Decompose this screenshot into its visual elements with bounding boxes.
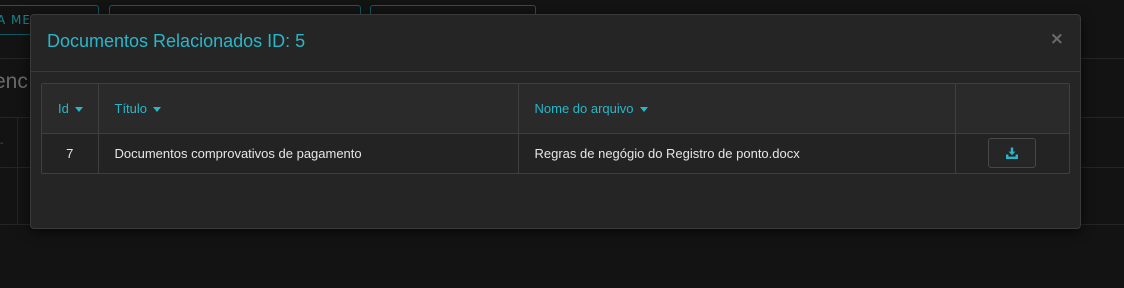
close-button[interactable]: × — [1050, 29, 1064, 49]
cell-titulo: Documentos comprovativos de pagamento — [98, 133, 519, 173]
related-documents-modal: Documentos Relacionados ID: 5 × Id Títul… — [30, 14, 1081, 229]
modal-header: Documentos Relacionados ID: 5 × — [31, 15, 1080, 72]
cell-id: 7 — [42, 133, 99, 173]
documents-table: Id Título Nome do arquivo 7 Documentos c… — [41, 83, 1070, 174]
caret-down-icon — [639, 106, 648, 112]
column-header-label: Nome do arquivo — [534, 100, 634, 116]
column-header-id[interactable]: Id — [42, 84, 99, 134]
background-column-line — [17, 117, 18, 224]
cell-actions — [955, 133, 1069, 173]
column-header-label: Título — [114, 100, 148, 116]
column-header-label: Id — [58, 100, 69, 116]
caret-down-icon — [74, 106, 83, 112]
column-header-titulo[interactable]: Título — [98, 84, 519, 134]
column-header-actions — [955, 84, 1069, 134]
caret-down-icon — [153, 106, 162, 112]
table-row: 7 Documentos comprovativos de pagamento … — [42, 133, 1069, 173]
background-heading: enc — [0, 70, 28, 93]
column-header-nome-do-arquivo[interactable]: Nome do arquivo — [518, 84, 956, 134]
modal-title: Documentos Relacionados ID: 5 — [47, 31, 306, 51]
table-header-row: Id Título Nome do arquivo — [42, 84, 1069, 134]
download-tray-icon — [1006, 147, 1019, 159]
cell-nome-do-arquivo: Regras de negógio do Registro de ponto.d… — [518, 133, 956, 173]
background-tick: - — [0, 138, 4, 149]
download-button[interactable] — [988, 138, 1037, 169]
